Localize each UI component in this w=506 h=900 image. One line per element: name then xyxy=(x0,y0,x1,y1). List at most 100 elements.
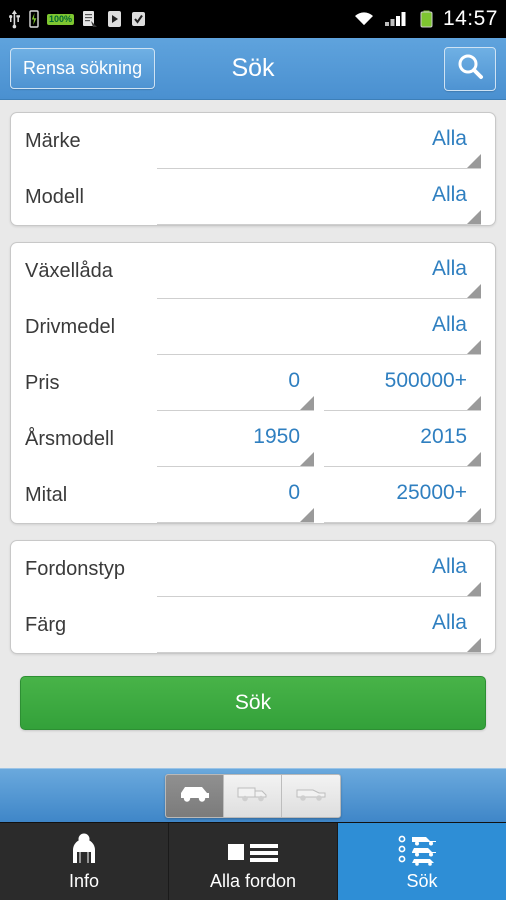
dropdown-caret-icon xyxy=(467,210,481,224)
dropdown-field[interactable]: 1950 xyxy=(157,411,314,467)
form-row: Färg Alla xyxy=(11,597,495,653)
dropdown-caret-icon xyxy=(467,582,481,596)
form-row-label: Pris xyxy=(25,371,60,394)
dropdown-value: 1950 xyxy=(253,424,300,448)
form-row-label: Märke xyxy=(25,129,81,152)
dropdown-caret-icon xyxy=(467,396,481,410)
form-row-fields: Alla xyxy=(157,243,481,299)
vehicle-type-segmented-control[interactable] xyxy=(165,773,341,818)
dropdown-value: Alla xyxy=(431,610,467,634)
dropdown-field[interactable]: Alla xyxy=(157,169,481,225)
nav-item-info-label: Info xyxy=(68,870,100,891)
form-row-fields: Alla xyxy=(157,541,481,597)
vehicle-type-truck[interactable] xyxy=(224,774,282,817)
form-row-label: Drivmedel xyxy=(25,315,116,338)
form-group: Växellåda Alla Drivmedel Alla Pris 0 500000+ År… xyxy=(10,242,496,524)
dropdown-field[interactable]: 0 xyxy=(157,355,314,411)
nav-item-search[interactable]: Sök xyxy=(338,823,506,900)
form-row-label: Växellåda xyxy=(25,259,113,282)
submit-search-button[interactable]: Sök xyxy=(20,676,486,730)
bottom-nav: Info Alla fordon Sök xyxy=(0,822,506,900)
dropdown-value: Alla xyxy=(431,312,467,336)
dropdown-value: Alla xyxy=(431,126,467,150)
search-form: Märke Alla Modell Alla Växellåda Alla Drivmede… xyxy=(0,100,506,768)
play-store-icon xyxy=(106,9,123,29)
dropdown-field[interactable]: Alla xyxy=(157,299,481,355)
dropdown-caret-icon xyxy=(467,284,481,298)
dropdown-field[interactable]: 0 xyxy=(157,467,314,523)
form-row-label: Modell xyxy=(25,185,84,208)
search-icon xyxy=(455,51,485,86)
form-row: Pris 0 500000+ xyxy=(11,355,495,411)
status-bar: 100% 14:57 xyxy=(0,0,506,38)
dropdown-value: 0 xyxy=(288,368,300,392)
form-row-fields: Alla xyxy=(157,299,481,355)
nav-item-all-vehicles[interactable]: Alla fordon xyxy=(169,823,338,900)
dropdown-caret-icon xyxy=(467,452,481,466)
dropdown-field[interactable]: Alla xyxy=(157,597,481,653)
form-row: Drivmedel Alla xyxy=(11,299,495,355)
dropdown-field[interactable]: 25000+ xyxy=(324,467,481,523)
wifi-icon xyxy=(352,9,376,29)
nav-item-all-vehicles-label: Alla fordon xyxy=(209,870,297,891)
app-root: 100% 14:57 Rensa sökning Sök Märke Alla … xyxy=(0,0,506,900)
dropdown-caret-icon xyxy=(467,508,481,522)
battery-charge-icon xyxy=(28,9,40,29)
dropdown-caret-icon xyxy=(467,154,481,168)
vehicle-type-strip xyxy=(0,768,506,822)
van-icon xyxy=(294,782,328,809)
dropdown-caret-icon xyxy=(467,638,481,652)
dropdown-caret-icon xyxy=(300,508,314,522)
dropdown-field[interactable]: Alla xyxy=(157,113,481,169)
dropdown-field[interactable]: 500000+ xyxy=(324,355,481,411)
title-bar: Rensa sökning Sök xyxy=(0,38,506,100)
form-row-fields: 0 25000+ xyxy=(157,467,481,523)
search-cta-wrap: Sök xyxy=(10,670,496,730)
dropdown-field[interactable]: Alla xyxy=(157,541,481,597)
dropdown-caret-icon xyxy=(300,396,314,410)
dropdown-value: 0 xyxy=(288,480,300,504)
form-row: Växellåda Alla xyxy=(11,243,495,299)
form-group: Fordonstyp Alla Färg Alla xyxy=(10,540,496,654)
search-button[interactable] xyxy=(444,46,496,91)
dropdown-caret-icon xyxy=(300,452,314,466)
nav-item-search-label: Sök xyxy=(406,870,438,891)
dropdown-value: Alla xyxy=(431,554,467,578)
list-icon xyxy=(226,832,280,866)
document-icon xyxy=(81,9,99,29)
status-clock: 14:57 xyxy=(442,7,498,30)
checkbox-app-icon xyxy=(130,9,147,29)
status-bar-left: 100% xyxy=(8,9,147,29)
form-row: Årsmodell 1950 2015 xyxy=(11,411,495,467)
form-row-label: Årsmodell xyxy=(25,427,114,450)
dropdown-field[interactable]: Alla xyxy=(157,243,481,299)
form-row-fields: Alla xyxy=(157,113,481,169)
form-row: Mital 0 25000+ xyxy=(11,467,495,523)
clear-search-button[interactable]: Rensa sökning xyxy=(10,48,156,89)
info-person-icon xyxy=(66,832,102,866)
car-icon xyxy=(178,782,212,809)
form-row: Märke Alla xyxy=(11,113,495,169)
vehicle-type-car[interactable] xyxy=(166,774,224,817)
battery-pct-badge: 100% xyxy=(47,13,75,25)
dropdown-value: Alla xyxy=(431,182,467,206)
form-row: Modell Alla xyxy=(11,169,495,225)
dropdown-caret-icon xyxy=(467,340,481,354)
dropdown-value: 25000+ xyxy=(396,480,467,504)
search-vehicles-icon xyxy=(396,832,448,866)
dropdown-field[interactable]: 2015 xyxy=(324,411,481,467)
status-bar-right: 14:57 xyxy=(352,7,498,31)
dropdown-value: 2015 xyxy=(420,424,467,448)
nav-item-info[interactable]: Info xyxy=(0,823,169,900)
form-row-label: Mital xyxy=(25,483,68,506)
form-row: Fordonstyp Alla xyxy=(11,541,495,597)
form-row-fields: 1950 2015 xyxy=(157,411,481,467)
vehicle-type-van[interactable] xyxy=(282,774,340,817)
form-row-label: Fordonstyp xyxy=(25,557,126,580)
usb-icon xyxy=(8,9,21,29)
form-row-fields: Alla xyxy=(157,597,481,653)
form-row-fields: 0 500000+ xyxy=(157,355,481,411)
battery-icon xyxy=(418,9,435,29)
form-row-fields: Alla xyxy=(157,169,481,225)
form-row-label: Färg xyxy=(25,613,67,636)
